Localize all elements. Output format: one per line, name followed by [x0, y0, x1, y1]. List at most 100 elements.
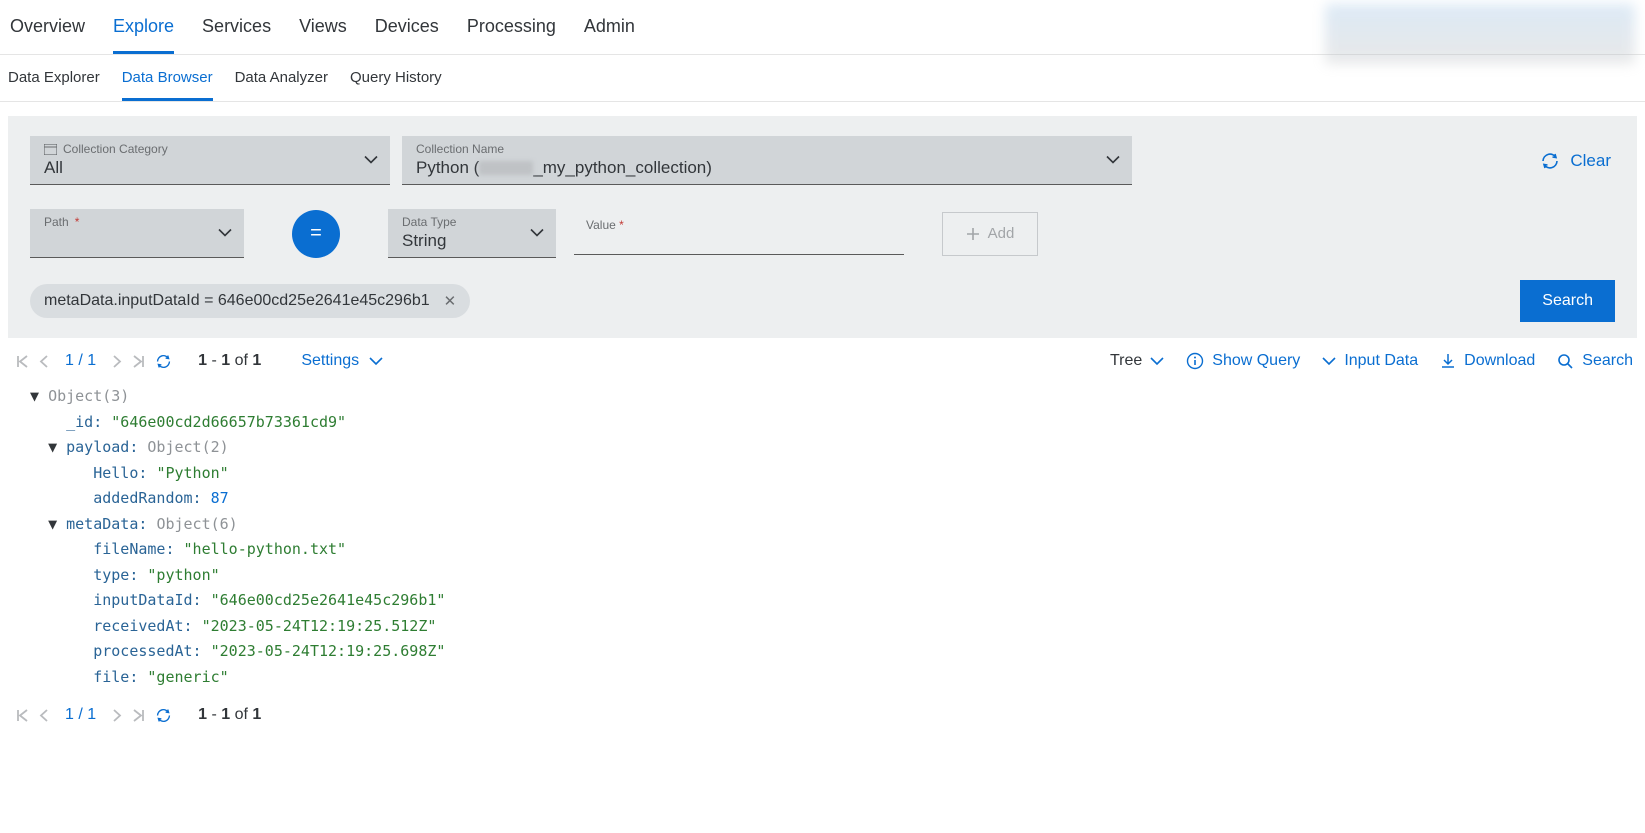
download-button[interactable]: Download — [1440, 352, 1535, 370]
chevron-down-icon — [1150, 357, 1164, 366]
refresh-button[interactable] — [155, 353, 172, 370]
tab-processing[interactable]: Processing — [467, 16, 556, 54]
filter-chip-text: metaData.inputDataId = 646e00cd25e2641e4… — [44, 292, 430, 310]
json-value: "2023-05-24T12:19:25.512Z" — [202, 617, 437, 635]
query-panel: Collection Category All Collection Name … — [8, 116, 1637, 338]
tab-explore[interactable]: Explore — [113, 16, 174, 54]
collection-name-value: Python (_my_python_collection) — [416, 158, 1120, 178]
pager-next-icon[interactable] — [112, 355, 122, 368]
json-key: file: — [93, 668, 138, 686]
result-count: 1 - 1 of 1 — [198, 706, 261, 724]
refresh-icon — [1540, 151, 1560, 171]
pager-last-icon[interactable] — [132, 709, 145, 722]
result-count: 1 - 1 of 1 — [198, 352, 261, 370]
json-value: "646e00cd2d66657b73361cd9" — [111, 413, 346, 431]
value-label: Value — [586, 218, 616, 232]
tab-services[interactable]: Services — [202, 16, 271, 54]
json-key: _id: — [66, 413, 102, 431]
data-type-label: Data Type — [402, 215, 456, 229]
json-key: receivedAt: — [93, 617, 192, 635]
view-mode-tree[interactable]: Tree — [1110, 352, 1164, 370]
tab-overview[interactable]: Overview — [10, 16, 85, 54]
tree-toggle[interactable]: ▼ — [30, 387, 48, 405]
object-type: Object(2) — [147, 438, 228, 456]
pager-prev-icon[interactable] — [39, 355, 49, 368]
json-value: "646e00cd25e2641e45c296b1" — [211, 591, 446, 609]
json-key: metaData: — [66, 515, 147, 533]
settings-button[interactable]: Settings — [301, 352, 383, 370]
filter-chip[interactable]: metaData.inputDataId = 646e00cd25e2641e4… — [30, 284, 470, 318]
footer-pager: 1 / 1 1 - 1 of 1 — [0, 700, 1645, 734]
download-icon — [1440, 353, 1456, 369]
tab-devices[interactable]: Devices — [375, 16, 439, 54]
chevron-down-icon — [364, 156, 378, 165]
add-label: Add — [988, 225, 1015, 242]
pager-last-icon[interactable] — [132, 355, 145, 368]
collection-category-value: All — [44, 158, 378, 178]
input-data-button[interactable]: Input Data — [1322, 352, 1418, 370]
operator-label: = — [310, 222, 322, 245]
search-results-label: Search — [1582, 352, 1633, 370]
pager: 1 / 1 — [16, 352, 172, 370]
result-toolbar: 1 / 1 1 - 1 of 1 Settings Tree Show Quer… — [0, 338, 1645, 380]
json-key: fileName: — [93, 540, 174, 558]
json-key: Hello: — [93, 464, 147, 482]
tab-views[interactable]: Views — [299, 16, 347, 54]
clear-button[interactable]: Clear — [1540, 136, 1615, 185]
tree-toggle[interactable]: ▼ — [48, 438, 66, 456]
json-tree: ▼ Object(3) _id: "646e00cd2d66657b73361c… — [0, 380, 1645, 700]
search-results-button[interactable]: Search — [1557, 352, 1633, 370]
data-type-value: String — [402, 231, 544, 251]
subtab-data-analyzer[interactable]: Data Analyzer — [235, 69, 328, 101]
json-value: "hello-python.txt" — [184, 540, 347, 558]
refresh-button[interactable] — [155, 707, 172, 724]
chevron-down-icon — [369, 357, 383, 366]
json-value: "Python" — [156, 464, 228, 482]
collection-name-label: Collection Name — [416, 142, 504, 156]
pager-page: 1 / 1 — [65, 706, 96, 724]
json-key: inputDataId: — [93, 591, 201, 609]
chevron-down-icon — [530, 229, 544, 238]
operator-button[interactable]: = — [292, 210, 340, 258]
show-query-button[interactable]: Show Query — [1186, 352, 1300, 370]
object-type: Object(3) — [48, 387, 129, 405]
collection-name-select[interactable]: Collection Name Python (_my_python_colle… — [402, 136, 1132, 185]
object-type: Object(6) — [156, 515, 237, 533]
path-select[interactable]: Path * — [30, 209, 244, 258]
chip-remove-icon[interactable]: ✕ — [444, 292, 457, 310]
value-input[interactable]: Value * — [574, 212, 904, 255]
tree-toggle[interactable]: ▼ — [48, 515, 66, 533]
data-type-select[interactable]: Data Type String — [388, 209, 556, 258]
json-key: addedRandom: — [93, 489, 201, 507]
pager-first-icon[interactable] — [16, 355, 29, 368]
collection-category-select[interactable]: Collection Category All — [30, 136, 390, 185]
subtab-data-explorer[interactable]: Data Explorer — [8, 69, 100, 101]
pager-next-icon[interactable] — [112, 709, 122, 722]
input-data-label: Input Data — [1344, 352, 1418, 370]
json-value: 87 — [211, 489, 229, 507]
subtab-data-browser[interactable]: Data Browser — [122, 69, 213, 101]
pager-page: 1 / 1 — [65, 352, 96, 370]
add-button[interactable]: Add — [942, 212, 1038, 256]
info-icon — [1186, 352, 1204, 370]
pager-prev-icon[interactable] — [39, 709, 49, 722]
tab-admin[interactable]: Admin — [584, 16, 635, 54]
tree-label: Tree — [1110, 352, 1142, 370]
header-user-area-blur — [1325, 4, 1635, 64]
pager-first-icon[interactable] — [16, 709, 29, 722]
collection-category-label: Collection Category — [63, 142, 168, 156]
json-value: "2023-05-24T12:19:25.698Z" — [211, 642, 446, 660]
json-key: processedAt: — [93, 642, 201, 660]
redacted-text — [479, 161, 533, 175]
subtab-query-history[interactable]: Query History — [350, 69, 442, 101]
path-label: Path — [44, 215, 69, 229]
search-icon — [1557, 353, 1574, 370]
show-query-label: Show Query — [1212, 352, 1300, 370]
json-key: type: — [93, 566, 138, 584]
plus-icon — [966, 227, 980, 241]
json-key: payload: — [66, 438, 138, 456]
json-value: "generic" — [147, 668, 228, 686]
category-icon — [44, 144, 57, 155]
chevron-down-icon — [218, 229, 232, 238]
search-button[interactable]: Search — [1520, 280, 1615, 322]
